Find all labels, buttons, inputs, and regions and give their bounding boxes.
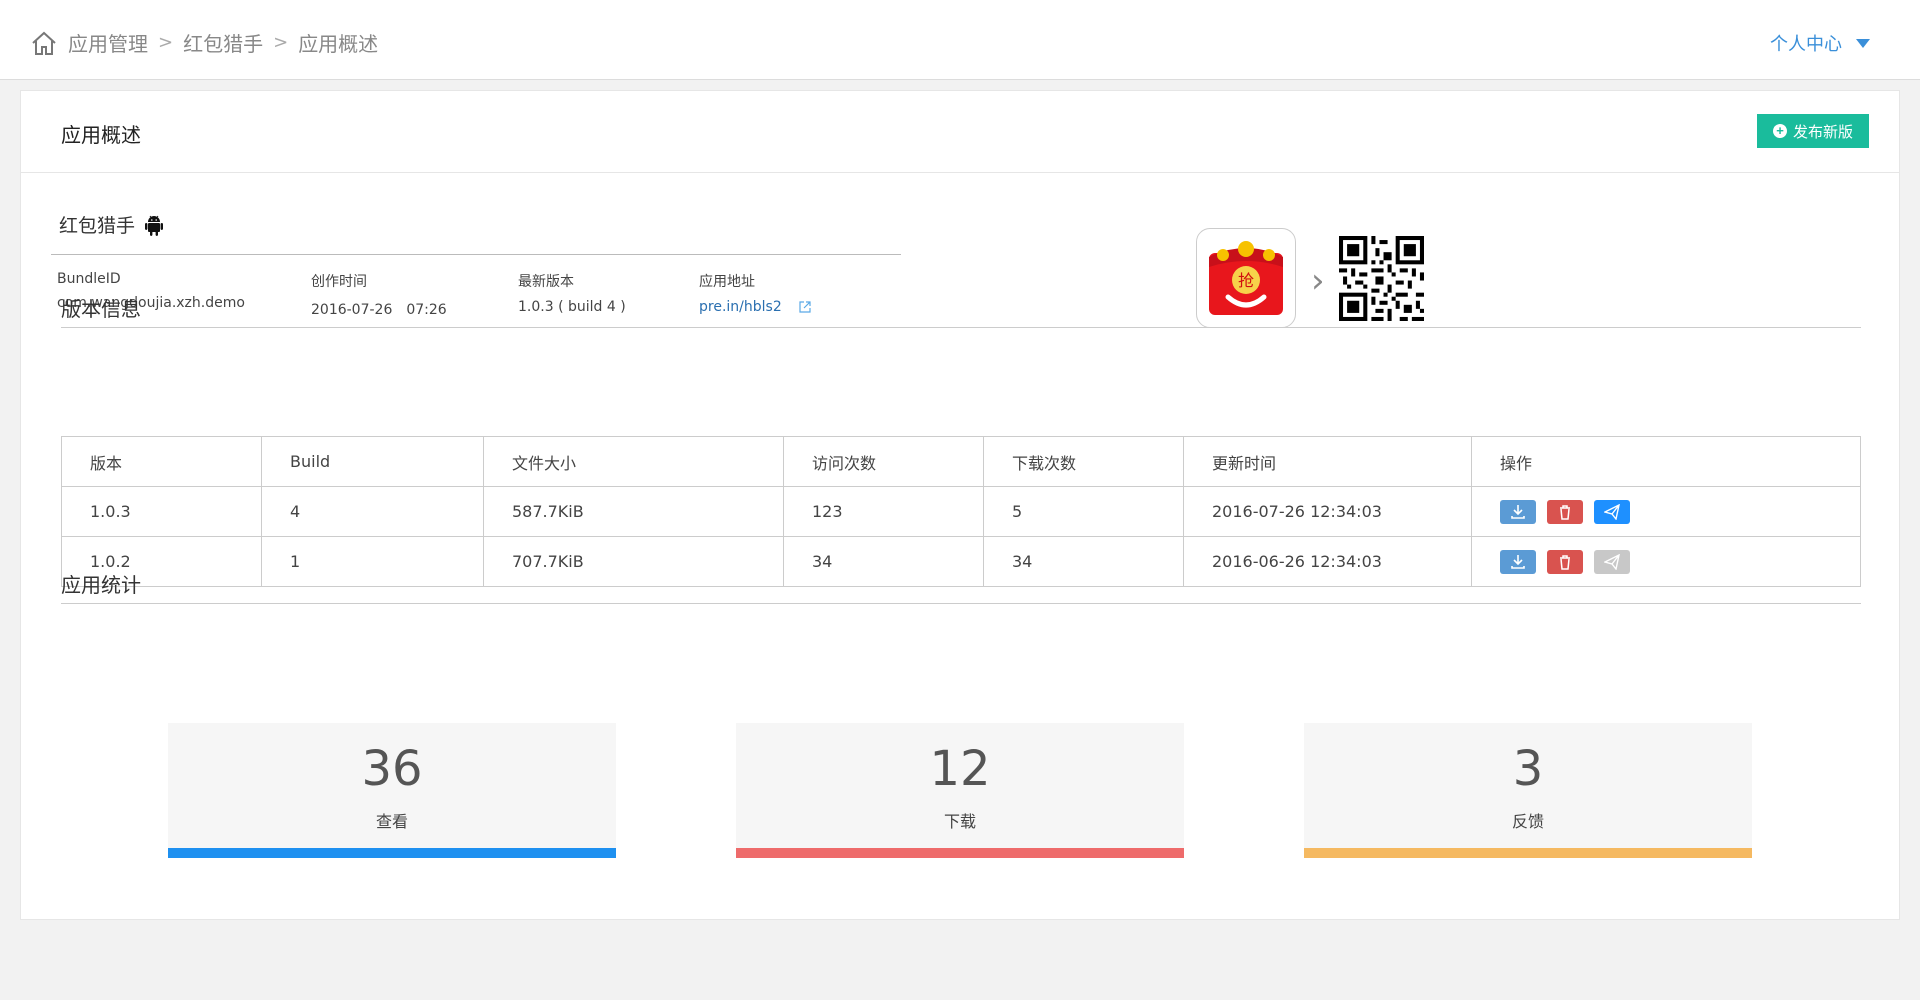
breadcrumb-item-app[interactable]: 红包猎手 [183, 28, 263, 57]
chevron-right-icon: › [1311, 261, 1325, 301]
stat-downloads-bar [736, 848, 1184, 858]
table-header-row: 版本 Build 文件大小 访问次数 下载次数 更新时间 操作 [61, 436, 1861, 487]
app-url-label: 应用地址 [699, 274, 755, 290]
app-icon: 抢 [1196, 228, 1296, 328]
version-table: 版本 Build 文件大小 访问次数 下载次数 更新时间 操作 1.0.3 4 … [61, 436, 1861, 587]
cell-downloads: 34 [983, 536, 1184, 587]
stat-views-value: 36 [361, 741, 423, 797]
table-row: 1.0.2 1 707.7KiB 34 34 2016-06-26 12:34:… [61, 536, 1861, 587]
app-name: 红包猎手 [59, 211, 164, 238]
overview-card: 应用概述 + 发布新版 红包猎手 BundleID com.wangdoujia… [20, 90, 1900, 920]
plus-circle-icon: + [1772, 124, 1787, 138]
chevron-right-icon: > [273, 32, 289, 53]
breadcrumb-item-app-management[interactable]: 应用管理 [68, 28, 148, 57]
divider [61, 327, 1861, 328]
paper-plane-icon [1604, 553, 1621, 570]
col-downloads: 下载次数 [983, 436, 1184, 487]
version-section-title: 版本信息 [61, 297, 141, 321]
stat-views: 36 查看 [168, 723, 616, 858]
col-updated: 更新时间 [1183, 436, 1472, 487]
download-icon [1511, 504, 1525, 519]
stat-feedback-bar [1304, 848, 1752, 858]
col-visits: 访问次数 [783, 436, 984, 487]
cell-build: 4 [261, 486, 484, 537]
chevron-right-icon: > [158, 32, 174, 53]
user-center-label: 个人中心 [1770, 34, 1842, 55]
latest-version-value: 1.0.3 ( build 4 ) [518, 299, 626, 315]
stat-feedback: 3 反馈 [1304, 723, 1752, 858]
send-button[interactable] [1594, 499, 1631, 524]
download-button[interactable] [1500, 549, 1536, 574]
stat-views-bar [168, 848, 616, 858]
cell-file-size: 587.7KiB [483, 486, 784, 537]
stat-feedback-value: 3 [1512, 741, 1544, 797]
android-icon [145, 215, 164, 236]
download-icon [1511, 554, 1525, 569]
publish-new-version-button[interactable]: + 发布新版 [1756, 114, 1869, 148]
send-button-disabled[interactable] [1594, 549, 1631, 574]
cell-visits: 34 [783, 536, 984, 587]
download-button[interactable] [1500, 499, 1536, 524]
col-file-size: 文件大小 [483, 436, 784, 487]
qr-code-icon [1339, 236, 1424, 321]
delete-button[interactable] [1547, 499, 1584, 524]
divider [61, 603, 1861, 604]
card-header: 应用概述 + 发布新版 [21, 91, 1899, 173]
divider [51, 254, 901, 255]
app-url-link[interactable]: pre.in/hbls2 [699, 299, 782, 315]
breadcrumb: 应用管理 > 红包猎手 > 应用概述 [30, 28, 378, 57]
trash-icon [1560, 504, 1571, 520]
page-title: 应用概述 [61, 123, 141, 147]
cell-updated: 2016-07-26 12:34:03 [1183, 486, 1472, 537]
created-time-value: 2016-07-26 07:26 [311, 302, 447, 318]
cell-build: 1 [261, 536, 484, 587]
external-link-icon[interactable] [798, 300, 812, 314]
stat-downloads-label: 下载 [943, 812, 976, 831]
top-bar: 应用管理 > 红包猎手 > 应用概述 个人中心 [0, 0, 1920, 80]
stat-downloads-value: 12 [929, 741, 991, 797]
bundle-id-label: BundleID [57, 271, 121, 287]
col-version: 版本 [61, 436, 262, 487]
caret-down-icon [1856, 38, 1870, 48]
app-name-text: 红包猎手 [59, 215, 136, 237]
home-icon[interactable] [30, 29, 58, 57]
cell-version: 1.0.3 [61, 486, 262, 537]
table-row: 1.0.3 4 587.7KiB 123 5 2016-07-26 12:34:… [61, 486, 1861, 537]
trash-icon [1560, 554, 1571, 570]
cell-updated: 2016-06-26 12:34:03 [1183, 536, 1472, 587]
cell-file-size: 707.7KiB [483, 536, 784, 587]
delete-button[interactable] [1547, 549, 1584, 574]
cell-visits: 123 [783, 486, 984, 537]
latest-version-info: 最新版本 1.0.3 ( build 4 ) [518, 271, 626, 315]
col-build: Build [261, 436, 484, 487]
app-icon-char: 抢 [1238, 271, 1254, 290]
stat-views-label: 查看 [375, 812, 408, 831]
col-actions: 操作 [1471, 436, 1861, 487]
latest-version-label: 最新版本 [518, 274, 574, 290]
stats-section-title: 应用统计 [61, 573, 141, 597]
cell-downloads: 5 [983, 486, 1184, 537]
breadcrumb-item-overview: 应用概述 [298, 32, 379, 56]
cell-actions [1471, 486, 1861, 537]
created-time-label: 创作时间 [311, 274, 367, 290]
publish-button-label: 发布新版 [1792, 123, 1853, 141]
cell-actions [1471, 536, 1861, 587]
paper-plane-icon [1604, 503, 1621, 520]
created-time-info: 创作时间 2016-07-26 07:26 [311, 271, 447, 319]
stat-feedback-label: 反馈 [1511, 812, 1544, 831]
stat-downloads: 12 下载 [736, 723, 1184, 858]
user-center-menu[interactable]: 个人中心 [1770, 30, 1870, 56]
app-url-info: 应用地址 pre.in/hbls2 [699, 271, 812, 315]
